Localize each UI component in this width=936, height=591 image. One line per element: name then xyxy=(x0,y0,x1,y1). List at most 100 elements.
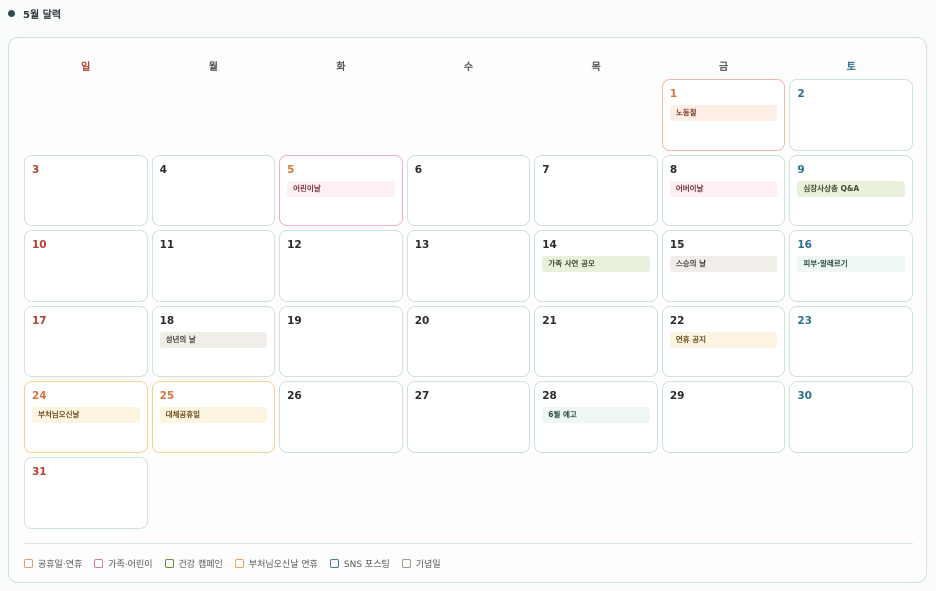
legend-label: 부처님오신날 연휴 xyxy=(248,559,318,570)
day-cell-31[interactable]: 31 xyxy=(24,456,148,529)
legend-item-holiday: 공휴일·연휴 xyxy=(24,557,82,570)
legend-divider xyxy=(24,543,913,544)
day-cell-5[interactable]: 5 어린이날 xyxy=(279,154,403,227)
event-chip[interactable]: 심장사상충 Q&A xyxy=(797,180,905,197)
legend-label: 건강 캠페인 xyxy=(178,559,223,570)
legend-swatch-icon xyxy=(401,558,411,568)
day-cell-11[interactable]: 11 xyxy=(151,230,276,302)
calendar-grid: 1 노동절 2 3 4 5 어린이날 6 7 8 어버이날 9 심장사상충 Q&A 10 11 12 13 14 가… xyxy=(24,79,913,529)
day-number: 29 xyxy=(669,390,685,403)
day-cell-24[interactable]: 24 부처님오신날 xyxy=(24,381,148,453)
day-number: 13 xyxy=(414,239,430,252)
legend-swatch-icon xyxy=(94,558,104,568)
weekday-sat: 토 xyxy=(846,62,856,73)
event-chip[interactable]: 스승의 날 xyxy=(669,256,778,273)
legend-label: 기념일 xyxy=(415,559,441,570)
empty-cell xyxy=(279,79,403,151)
weekday-sun: 일 xyxy=(81,62,91,73)
day-number: 24 xyxy=(32,390,47,403)
day-number: 11 xyxy=(159,239,175,252)
day-number: 21 xyxy=(542,314,557,327)
day-cell-22[interactable]: 22 연휴 공지 xyxy=(661,305,786,378)
day-cell-29[interactable]: 29 xyxy=(661,381,786,453)
day-number: 25 xyxy=(159,390,175,403)
day-number: 1 xyxy=(669,88,678,100)
legend-item-memorial: 기념일 xyxy=(401,557,441,570)
day-number: 4 xyxy=(159,163,167,176)
legend-label: 공휴일·연휴 xyxy=(38,559,83,570)
day-number: 31 xyxy=(32,465,47,478)
legend-item-health: 건강 캠페인 xyxy=(164,557,223,570)
day-cell-13[interactable]: 13 xyxy=(406,230,531,302)
day-number: 18 xyxy=(159,314,175,327)
weekday-mon: 월 xyxy=(208,62,218,73)
day-cell-4[interactable]: 4 xyxy=(151,154,276,227)
legend-swatch-icon xyxy=(164,558,174,568)
day-cell-15[interactable]: 15 스승의 날 xyxy=(661,230,786,302)
day-number: 12 xyxy=(287,239,302,252)
day-number: 27 xyxy=(414,390,430,403)
calendar-card: 일 월 화 수 목 금 토 1 노동절 2 3 4 5 어린이날 6 7 8 어버이날 9 심장사상충 … xyxy=(8,37,927,583)
day-cell-27[interactable]: 27 xyxy=(406,381,531,453)
day-number: 10 xyxy=(32,239,47,252)
day-cell-1[interactable]: 1 노동절 xyxy=(661,79,786,151)
day-cell-3[interactable]: 3 xyxy=(24,154,148,227)
day-number: 17 xyxy=(32,314,47,327)
day-cell-14[interactable]: 14 가족 사연 공모 xyxy=(534,230,658,302)
empty-cell xyxy=(24,79,148,151)
day-cell-20[interactable]: 20 xyxy=(406,305,531,378)
event-chip[interactable]: 가족 사연 공모 xyxy=(542,256,650,273)
day-cell-23[interactable]: 23 xyxy=(789,305,913,378)
day-cell-18[interactable]: 18 성년의 날 xyxy=(151,305,276,378)
day-number: 28 xyxy=(542,390,557,403)
empty-cell xyxy=(534,79,658,151)
weekday-header-row: 일 월 화 수 목 금 토 xyxy=(24,58,913,73)
legend-label: 가족·어린이 xyxy=(108,559,153,570)
header-dot-icon xyxy=(8,9,15,17)
weekday-wed: 수 xyxy=(463,62,474,73)
day-cell-9[interactable]: 9 심장사상충 Q&A xyxy=(789,154,913,227)
event-chip[interactable]: 어버이날 xyxy=(669,180,778,197)
day-cell-17[interactable]: 17 xyxy=(24,305,148,378)
day-cell-10[interactable]: 10 xyxy=(24,230,148,302)
day-cell-7[interactable]: 7 xyxy=(534,154,658,227)
day-number: 19 xyxy=(287,314,302,327)
event-chip[interactable]: 연휴 공지 xyxy=(669,331,778,348)
day-cell-2[interactable]: 2 xyxy=(789,79,913,151)
day-number: 15 xyxy=(669,239,685,252)
event-chip[interactable]: 부처님오신날 xyxy=(32,407,140,424)
legend-item-buddha: 부처님오신날 연휴 xyxy=(234,557,318,570)
legend-item-family: 가족·어린이 xyxy=(94,557,153,570)
day-number: 26 xyxy=(287,390,302,403)
event-chip[interactable]: 대체공휴일 xyxy=(159,407,268,424)
day-cell-16[interactable]: 16 피부·알레르기 xyxy=(789,230,913,302)
page-header: 5월 달력 xyxy=(8,6,61,21)
event-chip[interactable]: 노동절 xyxy=(669,105,778,121)
day-cell-19[interactable]: 19 xyxy=(279,305,403,378)
day-cell-6[interactable]: 6 xyxy=(406,154,531,227)
day-cell-30[interactable]: 30 xyxy=(789,381,913,453)
event-chip[interactable]: 어린이날 xyxy=(287,180,395,197)
day-number: 20 xyxy=(414,314,430,327)
weekday-thu: 목 xyxy=(591,62,601,73)
event-chip[interactable]: 피부·알레르기 xyxy=(797,256,905,273)
event-chip[interactable]: 6월 예고 xyxy=(542,407,650,424)
day-number: 30 xyxy=(797,390,812,403)
legend-label: SNS 포스팅 xyxy=(343,559,390,570)
day-cell-26[interactable]: 26 xyxy=(279,381,403,453)
legend: 공휴일·연휴 가족·어린이 건강 캠페인 부처님오신날 연휴 SNS 포스팅 기념일 xyxy=(24,556,441,570)
day-number: 9 xyxy=(797,163,805,176)
day-cell-12[interactable]: 12 xyxy=(279,230,403,302)
weekday-tue: 화 xyxy=(336,62,346,73)
day-number: 5 xyxy=(287,163,295,176)
legend-swatch-icon xyxy=(329,558,339,568)
event-chip[interactable]: 성년의 날 xyxy=(159,331,268,348)
day-number: 14 xyxy=(542,239,557,252)
legend-swatch-icon xyxy=(24,558,33,568)
day-cell-21[interactable]: 21 xyxy=(534,305,658,378)
day-number: 16 xyxy=(797,239,812,252)
day-cell-28[interactable]: 28 6월 예고 xyxy=(534,381,658,453)
day-cell-25[interactable]: 25 대체공휴일 xyxy=(151,381,276,453)
legend-item-sns: SNS 포스팅 xyxy=(329,557,390,570)
day-cell-8[interactable]: 8 어버이날 xyxy=(661,154,786,227)
